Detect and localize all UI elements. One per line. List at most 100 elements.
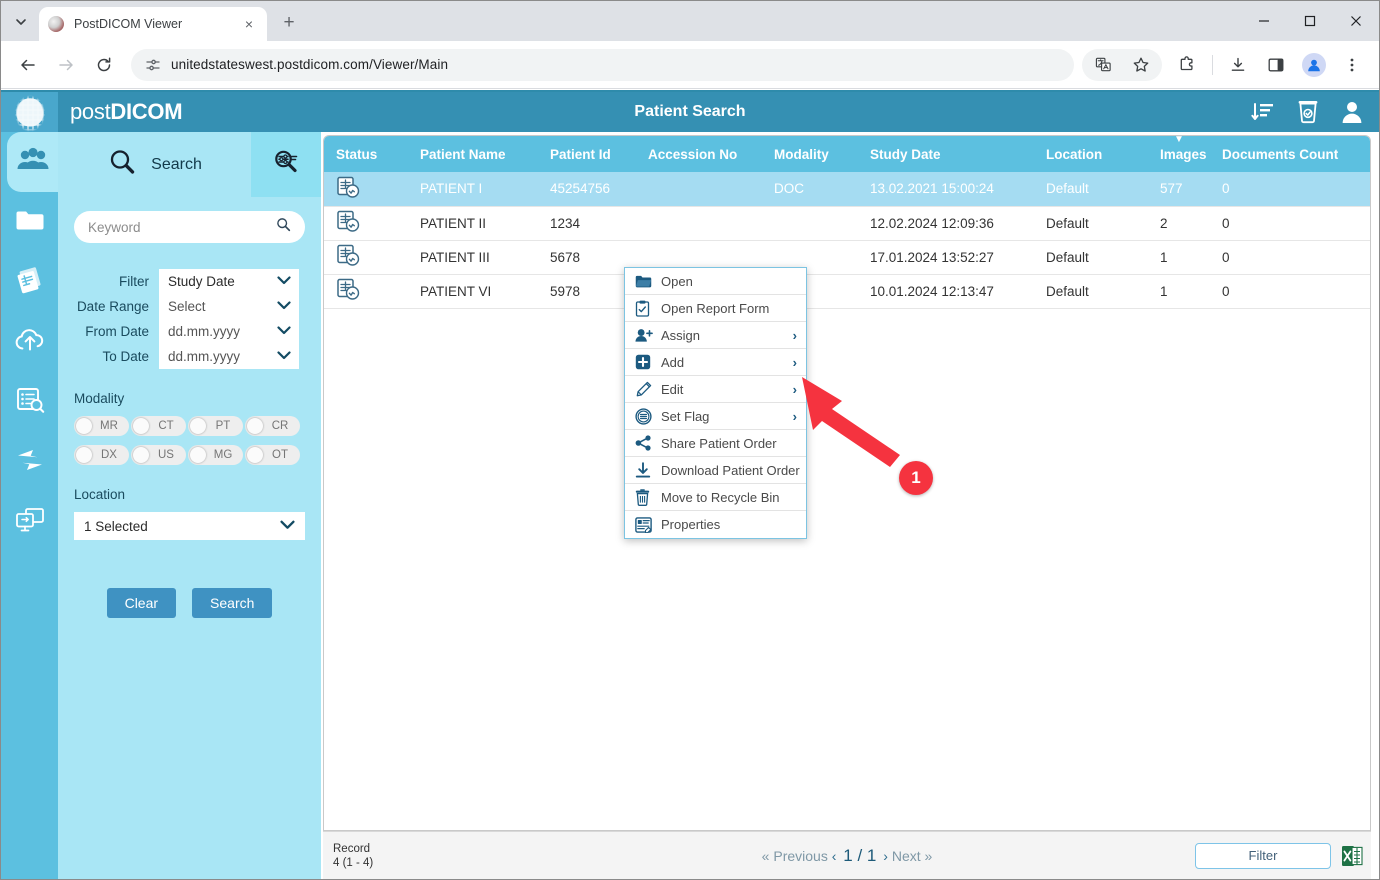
column-header-accession-no[interactable]: Accession No — [636, 136, 762, 172]
modality-toggle-cr[interactable]: CR — [245, 416, 300, 436]
ctx-assign[interactable]: Assign › — [625, 322, 806, 349]
search-button[interactable]: Search — [192, 588, 272, 618]
table-row[interactable]: PATIENT VI 5978 10.01.2024 12:13:47 Defa… — [324, 274, 1370, 308]
browser-tab[interactable]: PostDICOM Viewer × — [39, 7, 267, 41]
modality-toggle-dx[interactable]: DX — [74, 445, 129, 465]
study-status-icon — [336, 176, 361, 202]
date-range-select[interactable]: Select — [159, 294, 299, 319]
user-account-icon[interactable] — [1341, 100, 1363, 124]
sidebar-item-upload[interactable] — [1, 312, 58, 372]
previous-page-button[interactable]: Previous — [773, 848, 827, 864]
to-date-label: To Date — [58, 349, 159, 364]
trash-icon — [635, 489, 657, 506]
postdicom-app: postDICOM Patient Search — [1, 90, 1379, 879]
clear-button[interactable]: Clear — [107, 588, 176, 618]
sort-descending-icon: ▼ — [1174, 135, 1184, 145]
pencil-edit-icon — [635, 381, 657, 398]
sort-list-icon[interactable] — [1251, 101, 1275, 123]
next-arrow-icon[interactable]: › — [883, 848, 888, 864]
column-header-patient-name[interactable]: Patient Name — [408, 136, 538, 172]
ctx-move-to-recycle-bin[interactable]: Move to Recycle Bin — [625, 484, 806, 511]
profile-avatar-icon[interactable] — [1298, 49, 1330, 81]
first-page-button[interactable]: « — [762, 848, 770, 864]
sidebar-item-patients[interactable] — [7, 132, 58, 192]
cell-study-date: 17.01.2024 13:52:27 — [858, 240, 1034, 274]
to-date-select[interactable]: dd.mm.yyyy — [159, 344, 299, 369]
cell-location: Default — [1034, 172, 1148, 206]
close-tab-icon[interactable]: × — [240, 15, 258, 33]
table-row[interactable]: PATIENT II 1234 12.02.2024 12:09:36 Defa… — [324, 206, 1370, 240]
cell-images: 577 — [1148, 172, 1210, 206]
tab-list-chevron-icon[interactable] — [7, 8, 35, 36]
location-select[interactable]: 1 Selected — [74, 512, 305, 540]
sidebar-item-studies[interactable] — [1, 252, 58, 312]
ctx-share-patient-order-label: Share Patient Order — [661, 436, 777, 451]
brand-prefix: post — [70, 99, 110, 124]
ctx-open-report-form[interactable]: Open Report Form — [625, 295, 806, 322]
search-input[interactable] — [88, 220, 276, 235]
search-panel: Search Filter — [58, 132, 321, 879]
column-header-patient-id[interactable]: Patient Id — [538, 136, 636, 172]
modality-label: MG — [206, 449, 243, 461]
from-date-select[interactable]: dd.mm.yyyy — [159, 319, 299, 344]
close-window-button[interactable] — [1333, 1, 1379, 41]
ctx-edit[interactable]: Edit › — [625, 376, 806, 403]
modality-toggle-us[interactable]: US — [131, 445, 186, 465]
minimize-button[interactable] — [1241, 1, 1287, 41]
ctx-set-flag[interactable]: Set Flag › — [625, 403, 806, 430]
search-icon[interactable] — [276, 217, 291, 237]
back-icon[interactable] — [12, 49, 44, 81]
downloads-icon[interactable] — [1222, 49, 1254, 81]
ctx-open[interactable]: Open — [625, 268, 806, 295]
recycle-bin-icon[interactable] — [1297, 100, 1319, 124]
modality-toggle-ot[interactable]: OT — [245, 445, 300, 465]
modality-toggle-mr[interactable]: MR — [74, 416, 129, 436]
column-header-study-date[interactable]: Study Date — [858, 136, 1034, 172]
table-row[interactable]: PATIENT I 45254756 DOC 13.02.2021 15:00:… — [324, 172, 1370, 206]
ctx-add[interactable]: Add › — [625, 349, 806, 376]
sidebar-item-query-retrieve[interactable] — [1, 372, 58, 432]
ctx-share-patient-order[interactable]: Share Patient Order — [625, 430, 806, 457]
site-settings-icon[interactable] — [145, 57, 161, 73]
modality-toggle-mg[interactable]: MG — [188, 445, 243, 465]
tab-basic-search[interactable]: Search — [58, 132, 251, 197]
sync-arrows-icon — [15, 446, 45, 479]
ctx-download-patient-order[interactable]: Download Patient Order — [625, 457, 806, 484]
side-panel-icon[interactable] — [1260, 49, 1292, 81]
filter-button[interactable]: Filter — [1195, 843, 1331, 869]
next-page-button[interactable]: Next — [892, 848, 921, 864]
last-page-button[interactable]: » — [925, 848, 933, 864]
toolbar-divider — [1212, 55, 1213, 75]
folder-icon — [15, 207, 45, 238]
modality-toggle-ct[interactable]: CT — [131, 416, 186, 436]
column-header-modality[interactable]: Modality — [762, 136, 858, 172]
reload-icon[interactable] — [88, 49, 120, 81]
translate-icon[interactable] — [1087, 49, 1119, 81]
new-tab-button[interactable]: + — [275, 9, 303, 37]
excel-export-icon[interactable] — [1341, 844, 1363, 868]
address-bar[interactable]: unitedstateswest.postdicom.com/Viewer/Ma… — [131, 49, 1074, 81]
column-header-location[interactable]: Location — [1034, 136, 1148, 172]
browser-toolbar: unitedstateswest.postdicom.com/Viewer/Ma… — [1, 41, 1379, 89]
prev-arrow-icon[interactable]: ‹ — [832, 848, 837, 864]
keyword-search-box[interactable] — [74, 211, 305, 243]
maximize-button[interactable] — [1287, 1, 1333, 41]
extensions-icon[interactable] — [1171, 49, 1203, 81]
ctx-properties[interactable]: Properties — [625, 511, 806, 538]
chrome-menu-icon[interactable] — [1336, 49, 1368, 81]
tab-advanced-search[interactable] — [251, 132, 321, 197]
brand-logo — [1, 92, 58, 132]
sidebar-item-remote-share[interactable] — [1, 492, 58, 552]
sidebar-item-folders[interactable] — [1, 192, 58, 252]
column-header-images[interactable]: ▼ Images — [1148, 136, 1210, 172]
keyword-wrapper — [58, 197, 321, 243]
bookmark-star-icon[interactable] — [1125, 49, 1157, 81]
forward-icon[interactable] — [50, 49, 82, 81]
column-header-documents-count[interactable]: Documents Count — [1210, 136, 1370, 172]
table-row[interactable]: PATIENT III 5678 17.01.2024 13:52:27 Def… — [324, 240, 1370, 274]
sidebar-item-sync[interactable] — [1, 432, 58, 492]
column-header-status[interactable]: Status — [324, 136, 408, 172]
modality-toggle-pt[interactable]: PT — [188, 416, 243, 436]
cell-status — [324, 274, 408, 308]
filter-select[interactable]: Study Date — [159, 269, 299, 294]
